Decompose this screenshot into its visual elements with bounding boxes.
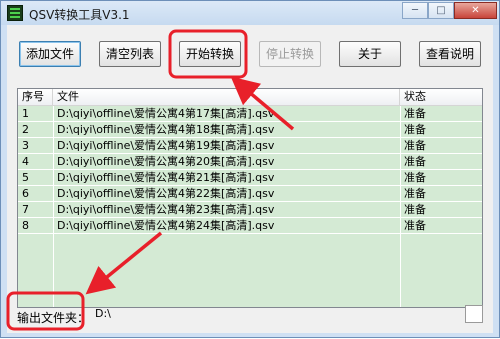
row-status: 准备 xyxy=(404,139,426,152)
app-icon xyxy=(7,5,23,21)
row-file-path: D:\qiyi\offline\爱情公寓4第22集[高清].qsv xyxy=(57,187,275,200)
title-bar[interactable]: QSV转换工具V3.1 ─ □ ✕ xyxy=(1,1,499,25)
row-index: 7 xyxy=(22,203,29,216)
table-row[interactable]: 8 D:\qiyi\offline\爱情公寓4第24集[高清].qsv 准备 xyxy=(18,218,482,234)
output-folder-path[interactable]: D:\ xyxy=(95,307,111,320)
row-index: 8 xyxy=(22,219,29,232)
row-status: 准备 xyxy=(404,219,426,232)
row-index: 1 xyxy=(22,107,29,120)
file-list[interactable]: 序号 文件 状态 1 D:\qiyi\offline\爱情公寓4第17集[高清].… xyxy=(17,88,483,308)
row-index: 5 xyxy=(22,171,29,184)
add-file-button[interactable]: 添加文件 xyxy=(19,41,81,67)
row-status: 准备 xyxy=(404,203,426,216)
list-rows: 1 D:\qiyi\offline\爱情公寓4第17集[高清].qsv 准备 2 D:\… xyxy=(18,106,482,234)
row-status: 准备 xyxy=(404,107,426,120)
table-row[interactable]: 1 D:\qiyi\offline\爱情公寓4第17集[高清].qsv 准备 xyxy=(18,106,482,122)
row-file-path: D:\qiyi\offline\爱情公寓4第23集[高清].qsv xyxy=(57,203,275,216)
column-header-index[interactable]: 序号 xyxy=(18,89,53,105)
table-row[interactable]: 7 D:\qiyi\offline\爱情公寓4第23集[高清].qsv 准备 xyxy=(18,202,482,218)
app-window: QSV转换工具V3.1 ─ □ ✕ 添加文件 清空列表 开始转换 停止转换 关于… xyxy=(0,0,500,338)
row-file-path: D:\qiyi\offline\爱情公寓4第20集[高清].qsv xyxy=(57,155,275,168)
output-folder-row: 输出文件夹： D:\ xyxy=(7,295,493,333)
row-index: 6 xyxy=(22,187,29,200)
row-status: 准备 xyxy=(404,171,426,184)
row-file-path: D:\qiyi\offline\爱情公寓4第17集[高清].qsv xyxy=(57,107,275,120)
browse-folder-box[interactable] xyxy=(465,305,483,323)
row-file-path: D:\qiyi\offline\爱情公寓4第21集[高清].qsv xyxy=(57,171,275,184)
minimize-icon[interactable]: ─ xyxy=(402,2,428,19)
help-button[interactable]: 查看说明 xyxy=(419,41,481,67)
table-row[interactable]: 6 D:\qiyi\offline\爱情公寓4第22集[高清].qsv 准备 xyxy=(18,186,482,202)
list-header: 序号 文件 状态 xyxy=(18,89,482,106)
row-index: 4 xyxy=(22,155,29,168)
table-row[interactable]: 2 D:\qiyi\offline\爱情公寓4第18集[高清].qsv 准备 xyxy=(18,122,482,138)
maximize-icon[interactable]: □ xyxy=(428,2,454,19)
row-index: 3 xyxy=(22,139,29,152)
about-button[interactable]: 关于 xyxy=(339,41,401,67)
table-row[interactable]: 3 D:\qiyi\offline\爱情公寓4第19集[高清].qsv 准备 xyxy=(18,138,482,154)
client-area: 添加文件 清空列表 开始转换 停止转换 关于 查看说明 序号 文件 状态 1 D:… xyxy=(7,25,493,333)
row-file-path: D:\qiyi\offline\爱情公寓4第24集[高清].qsv xyxy=(57,219,275,232)
row-status: 准备 xyxy=(404,123,426,136)
close-icon[interactable]: ✕ xyxy=(454,2,497,19)
table-row[interactable]: 5 D:\qiyi\offline\爱情公寓4第21集[高清].qsv 准备 xyxy=(18,170,482,186)
column-header-file[interactable]: 文件 xyxy=(53,89,400,105)
column-header-status[interactable]: 状态 xyxy=(400,89,482,105)
start-convert-button[interactable]: 开始转换 xyxy=(179,41,241,67)
row-status: 准备 xyxy=(404,187,426,200)
table-row[interactable]: 4 D:\qiyi\offline\爱情公寓4第20集[高清].qsv 准备 xyxy=(18,154,482,170)
window-title: QSV转换工具V3.1 xyxy=(29,8,130,22)
clear-list-button[interactable]: 清空列表 xyxy=(99,41,161,67)
output-folder-label: 输出文件夹： xyxy=(17,311,90,325)
row-file-path: D:\qiyi\offline\爱情公寓4第19集[高清].qsv xyxy=(57,139,275,152)
row-file-path: D:\qiyi\offline\爱情公寓4第18集[高清].qsv xyxy=(57,123,275,136)
row-status: 准备 xyxy=(404,155,426,168)
row-index: 2 xyxy=(22,123,29,136)
stop-convert-button[interactable]: 停止转换 xyxy=(259,41,321,67)
